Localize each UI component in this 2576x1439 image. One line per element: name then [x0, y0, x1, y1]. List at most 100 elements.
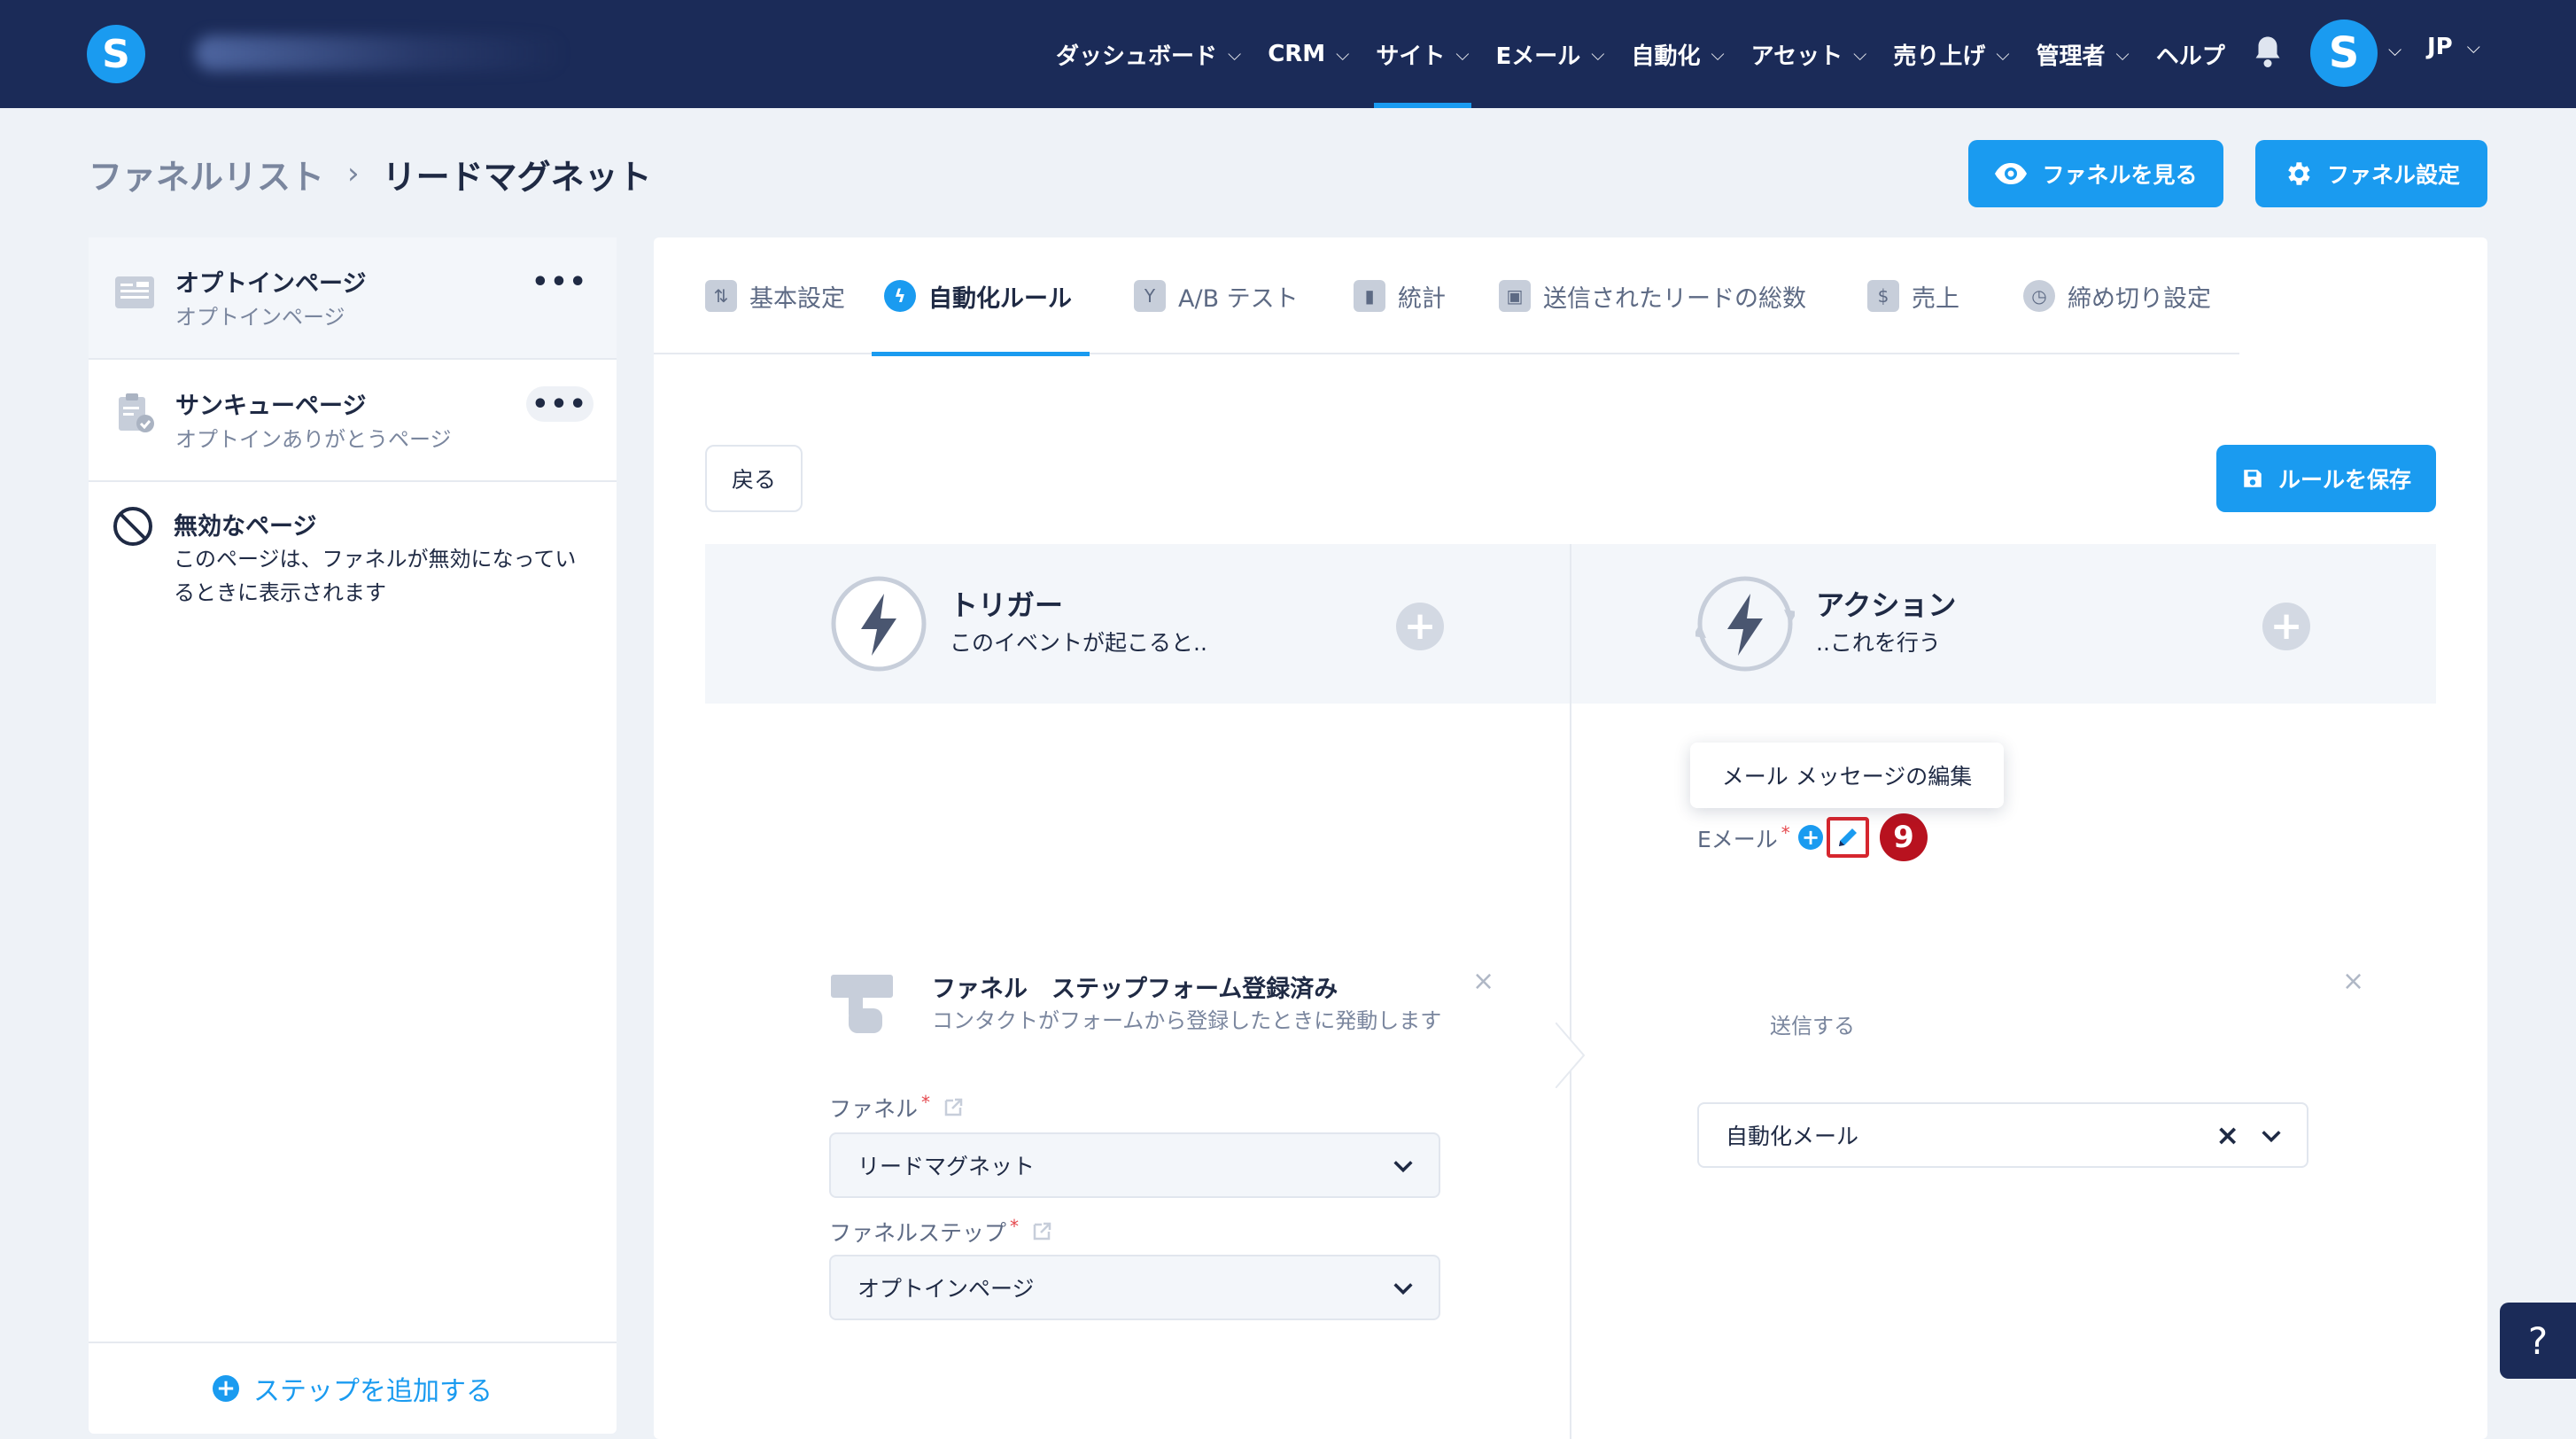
user-avatar[interactable]: S	[2310, 19, 2378, 87]
external-link-icon[interactable]	[1031, 1221, 1052, 1242]
language-selector[interactable]: JP ⌵	[2427, 34, 2480, 60]
step-subtitle: オプトインありがとうページ	[175, 427, 452, 452]
chevron-down-icon: ⌵	[1853, 43, 1867, 65]
add-trigger-button[interactable]: +	[1396, 603, 1444, 650]
chevron-down-icon	[2262, 1131, 2281, 1143]
add-action-button[interactable]: +	[2262, 603, 2310, 650]
required-marker: *	[921, 1092, 931, 1113]
plus-circle-icon: +	[213, 1375, 239, 1402]
inactive-page-description: このページは、ファネルが無効になっているときに表示されます	[174, 547, 577, 605]
label-text: ファネルステップ	[829, 1220, 1007, 1246]
view-funnel-button[interactable]: ファネルを見る	[1968, 140, 2223, 207]
save-icon	[2244, 470, 2262, 487]
tab-sales[interactable]: $ 売上	[1867, 237, 1959, 354]
add-step-label: ステップを追加する	[253, 1376, 493, 1407]
trigger-title: トリガー	[950, 588, 1064, 622]
tab-deadline-settings[interactable]: ◷ 締め切り設定	[2023, 237, 2211, 354]
nav-label: サイト	[1376, 43, 1446, 70]
step-title: サンキューページ	[175, 393, 367, 420]
clock-icon: ◷	[2023, 280, 2055, 312]
tab-label: 締め切り設定	[2068, 284, 2211, 313]
back-button[interactable]: 戻る	[705, 445, 803, 512]
tab-label: A/B テスト	[1178, 284, 1299, 313]
sliders-icon: ⇅	[705, 280, 737, 312]
email-select[interactable]: 自動化メール ×	[1697, 1102, 2308, 1168]
nav-sales[interactable]: 売り上げ ⌵	[1893, 0, 2009, 108]
action-title: アクション	[1816, 588, 1957, 622]
funnel-editor-panel: ⇅ 基本設定 ϟ 自動化ルール Y A/B テスト ▮ 統計 ▣ 送信されたリー…	[654, 237, 2487, 1439]
bar-chart-icon: ▮	[1354, 280, 1385, 312]
eye-icon	[1995, 163, 2028, 184]
nav-dashboard[interactable]: ダッシュボード ⌵	[1056, 0, 1241, 108]
funnel-settings-button[interactable]: ファネル設定	[2255, 140, 2487, 207]
help-button[interactable]: ?	[2500, 1303, 2576, 1379]
view-funnel-label: ファネルを見る	[2042, 162, 2198, 188]
flow-arrow-icon	[1556, 1023, 1586, 1088]
nav-automation[interactable]: 自動化 ⌵	[1631, 0, 1724, 108]
step-menu-button[interactable]: •••	[526, 386, 594, 422]
app-logo[interactable]: S	[87, 25, 145, 83]
tab-stats[interactable]: ▮ 統計	[1354, 237, 1446, 354]
nav-label: アセット	[1750, 43, 1843, 70]
tab-basic-settings[interactable]: ⇅ 基本設定	[705, 237, 845, 354]
edit-email-button[interactable]	[1827, 817, 1869, 858]
nav-label: 売り上げ	[1893, 43, 1986, 70]
trigger-card-title: ファネル ステップフォーム登録済み	[932, 976, 1338, 1003]
breadcrumb: ファネルリスト › リードマグネット	[89, 149, 652, 198]
chevron-down-icon: ⌵	[1228, 43, 1242, 65]
save-rule-label: ルールを保存	[2277, 467, 2411, 493]
nav-crm[interactable]: CRM ⌵	[1268, 0, 1349, 108]
external-link-icon[interactable]	[943, 1097, 964, 1118]
nav-label: ダッシュボード	[1056, 43, 1218, 70]
hand-pointer-form-icon	[831, 975, 893, 1033]
step-thankyou-page[interactable]: サンキューページ オプトインありがとうページ •••	[89, 360, 617, 482]
tab-automation-rules[interactable]: ϟ 自動化ルール	[872, 237, 1090, 356]
add-email-icon[interactable]: +	[1798, 825, 1823, 850]
breadcrumb-separator-icon: ›	[347, 156, 360, 191]
add-step-button[interactable]: + ステップを追加する	[89, 1342, 617, 1434]
trigger-header: トリガー このイベントが起こると.. +	[705, 544, 1570, 704]
pencil-icon	[1839, 828, 1857, 846]
funnel-select[interactable]: リードマグネット	[829, 1132, 1440, 1198]
users-icon: ▣	[1499, 280, 1531, 312]
clipboard-check-icon	[119, 393, 154, 432]
nav-admin[interactable]: 管理者 ⌵	[2037, 0, 2130, 108]
remove-action-icon[interactable]: ×	[2342, 966, 2364, 997]
page-title: リードマグネット	[382, 157, 652, 197]
bell-icon[interactable]	[2252, 34, 2284, 69]
chevron-down-icon: ⌵	[1591, 43, 1605, 65]
breadcrumb-funnel-list[interactable]: ファネルリスト	[89, 150, 324, 198]
tab-label: 統計	[1398, 284, 1446, 313]
chevron-down-icon	[1393, 1161, 1413, 1173]
rule-builder: トリガー このイベントが起こると.. + アクション ..これを行う + ファネ…	[705, 544, 2436, 1439]
split-icon: Y	[1134, 280, 1166, 312]
clear-selection-icon[interactable]: ×	[2215, 1118, 2239, 1152]
language-label: JP	[2427, 34, 2453, 60]
disabled-icon	[113, 507, 152, 546]
edit-email-tooltip: メール メッセージの編集	[1690, 743, 2004, 808]
nav-assets[interactable]: アセット ⌵	[1751, 0, 1867, 108]
funnel-settings-label: ファネル設定	[2326, 162, 2460, 188]
main-menu: ダッシュボード ⌵ CRM ⌵ サイト ⌵ Eメール ⌵ 自動化 ⌵ アセット ⌵ 売り上げ…	[1056, 0, 2252, 108]
save-rule-button[interactable]: ルールを保存	[2216, 445, 2436, 512]
select-value: リードマグネット	[857, 1154, 1036, 1179]
column-divider	[1570, 544, 1571, 1439]
step-menu-button[interactable]: •••	[526, 264, 594, 299]
nav-email[interactable]: Eメール ⌵	[1496, 0, 1605, 108]
funnel-field-label: ファネル *	[829, 1092, 964, 1124]
remove-trigger-icon[interactable]: ×	[1472, 966, 1494, 997]
nav-sites[interactable]: サイト ⌵	[1374, 0, 1471, 108]
account-name-blurred	[195, 35, 567, 71]
step-optin-page[interactable]: オプトインページ オプトインページ •••	[89, 237, 617, 360]
nav-label: 自動化	[1631, 43, 1701, 70]
chevron-down-icon: ⌵	[2466, 36, 2480, 58]
nav-label: ヘルプ	[2155, 43, 2225, 70]
nav-label: CRM	[1268, 41, 1326, 67]
tab-ab-test[interactable]: Y A/B テスト	[1134, 237, 1299, 354]
action-header: アクション ..これを行う +	[1571, 544, 2436, 704]
required-marker: *	[1781, 822, 1790, 844]
nav-help[interactable]: ヘルプ	[2156, 0, 2225, 108]
tab-total-leads[interactable]: ▣ 送信されたリードの総数	[1499, 237, 1806, 354]
chevron-down-icon[interactable]: ⌵	[2388, 39, 2401, 60]
funnel-step-select[interactable]: オプトインページ	[829, 1255, 1440, 1320]
